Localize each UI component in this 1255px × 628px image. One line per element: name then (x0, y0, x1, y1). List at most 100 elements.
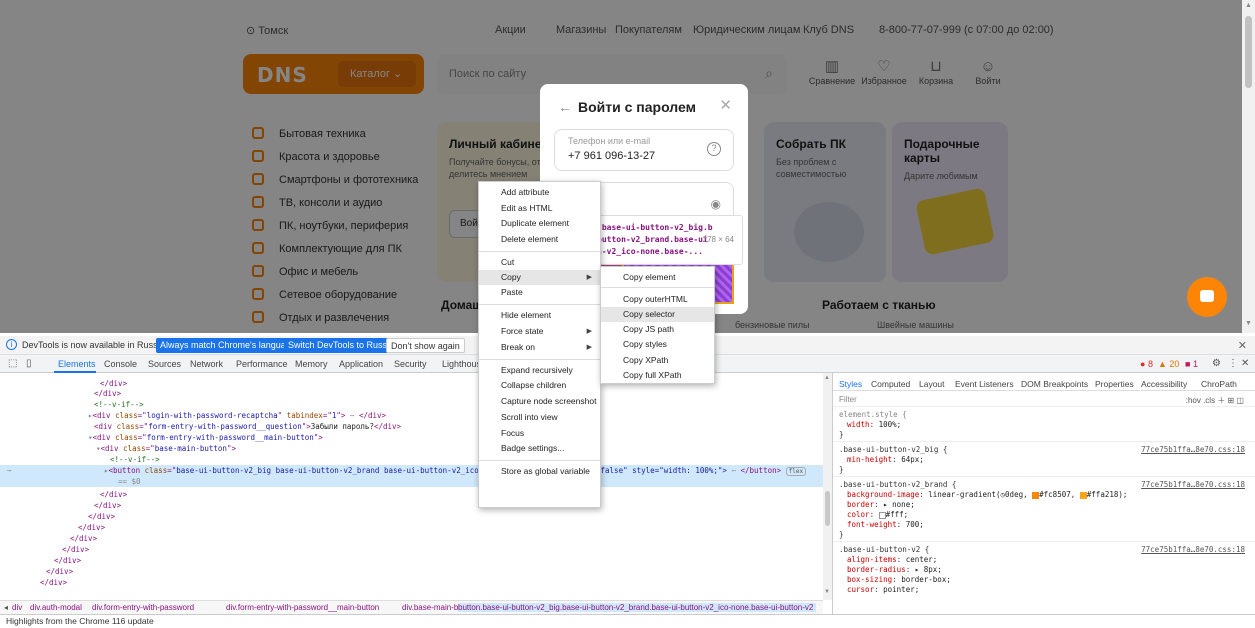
dom-line[interactable]: </div> (0, 511, 823, 522)
tab-styles[interactable]: Styles (839, 379, 862, 389)
dom-line[interactable]: <!--v-if--> (0, 454, 823, 465)
tab-elements[interactable]: Elements (58, 359, 96, 369)
style-decl[interactable]: box-sizing: border-box; (847, 575, 951, 585)
flex-badge[interactable]: flex (785, 467, 807, 476)
menu-item[interactable]: Cut (479, 255, 600, 270)
rule-source-link[interactable]: 77ce75b1ffa…8e70.css:18 (1141, 545, 1245, 555)
inspect-icon[interactable]: ⬚ (8, 358, 17, 369)
style-decl[interactable]: font-weight: 700; (847, 520, 924, 530)
tab-properties[interactable]: Properties (1095, 379, 1134, 389)
tab-application[interactable]: Application (339, 359, 383, 369)
menu-item-copy[interactable]: Copy ▶ (479, 270, 600, 285)
close-icon[interactable]: ✕ (719, 96, 732, 114)
style-decl[interactable]: color: #fff; (847, 510, 908, 520)
style-decl[interactable]: background-image: linear-gradient(◷0deg,… (847, 490, 1127, 500)
rule-source-link[interactable]: 77ce75b1ffa…8e70.css:18 (1141, 445, 1245, 455)
tab-chropath[interactable]: ChroPath (1201, 379, 1237, 389)
dom-line[interactable]: </div> (0, 544, 823, 555)
submenu-item[interactable]: Copy JS path (601, 322, 714, 337)
dom-line[interactable]: <div class="form-entry-with-password__qu… (0, 421, 823, 432)
submenu-item[interactable]: Copy outerHTML (601, 292, 714, 307)
menu-item[interactable]: Scroll into view (479, 410, 600, 425)
dom-line[interactable]: ▾<div class="form-entry-with-password__m… (0, 432, 823, 443)
panel-splitter-scrollbar[interactable]: ▲ ▼ (823, 373, 832, 600)
chat-button[interactable] (1187, 277, 1227, 317)
menu-item[interactable]: Delete element (479, 232, 600, 247)
menu-item[interactable]: Badge settings... (479, 441, 600, 456)
eye-icon[interactable]: ◉ (711, 197, 721, 211)
menu-item[interactable]: Edit as HTML (479, 201, 600, 216)
help-icon[interactable]: ? (707, 142, 721, 156)
device-toolbar-icon[interactable]: ▯ (26, 358, 32, 369)
style-decl[interactable]: border-radius: ▸ 8px; (847, 565, 942, 575)
menu-item[interactable]: Store as global variable (479, 464, 600, 479)
warning-badge[interactable]: ▲ 20 (1158, 359, 1179, 369)
submenu-item[interactable]: Copy XPath (601, 353, 714, 368)
submenu-item[interactable]: Copy full XPath (601, 368, 714, 383)
submenu-item[interactable]: Copy element (601, 270, 714, 285)
site-scrollbar[interactable]: ▲ ▼ (1242, 0, 1255, 333)
tab-security[interactable]: Security (394, 359, 427, 369)
dom-line[interactable]: </div> (0, 577, 823, 588)
dom-line[interactable]: </div> (0, 500, 823, 511)
dont-show-button[interactable]: Don't show again (386, 338, 465, 353)
tab-lighthouse[interactable]: Lighthous (442, 359, 481, 369)
tab-accessibility[interactable]: Accessibility (1141, 379, 1187, 389)
phone-field[interactable]: Телефон или e-mail +7 961 096-13-27 ? (554, 129, 734, 171)
error-badge[interactable]: ● 8 (1140, 359, 1153, 369)
tab-dom-breakpoints[interactable]: DOM Breakpoints (1021, 379, 1088, 389)
gear-icon[interactable]: ⚙ (1212, 358, 1221, 369)
menu-item[interactable]: Paste (479, 285, 600, 300)
tab-console[interactable]: Console (104, 359, 137, 369)
styles-toolbar[interactable]: :hov .cls ＋ ⊞ ◫ (1186, 395, 1244, 406)
tab-layout[interactable]: Layout (919, 379, 945, 389)
breadcrumb-item[interactable]: div.form-entry-with-password__main-butto… (226, 603, 379, 612)
menu-item-force-state[interactable]: Force state ▶ (479, 324, 600, 339)
close-icon[interactable]: ✕ (1238, 339, 1247, 352)
dom-line[interactable]: ▸<div class="login-with-password-recaptc… (0, 410, 823, 421)
style-decl[interactable]: width: 100%; (847, 420, 901, 430)
dom-line[interactable]: </div> (0, 566, 823, 577)
style-decl[interactable]: border: ▸ none; (847, 500, 915, 510)
info-badge[interactable]: ■ 1 (1185, 359, 1198, 369)
menu-item[interactable]: Duplicate element (479, 216, 600, 231)
menu-item[interactable]: Collapse children (479, 378, 600, 393)
dom-tree-panel[interactable]: </div> </div> <!--v-if--> ▸<div class="l… (0, 373, 823, 600)
tab-memory[interactable]: Memory (295, 359, 328, 369)
dom-line-selected[interactable]: ⋯ ▸<button class="base-ui-button-v2_big … (0, 465, 823, 487)
style-decl[interactable]: min-height: 64px; (847, 455, 924, 465)
rule-source-link[interactable]: 77ce75b1ffa…8e70.css:18 (1141, 480, 1245, 490)
tab-computed[interactable]: Computed (871, 379, 910, 389)
submenu-item-copy-selector[interactable]: Copy selector (601, 307, 714, 322)
tab-performance[interactable]: Performance (236, 359, 288, 369)
menu-item[interactable]: Capture node screenshot (479, 394, 600, 409)
close-icon[interactable]: ✕ (1241, 358, 1249, 369)
menu-item-break-on[interactable]: Break on ▶ (479, 340, 600, 355)
dom-line[interactable]: <!--v-if--> (0, 399, 823, 410)
match-language-button[interactable]: Always match Chrome's language (156, 338, 300, 353)
tab-sources[interactable]: Sources (148, 359, 181, 369)
breadcrumb-item-active[interactable]: button.base-ui-button-v2_big.base-ui-but… (458, 603, 816, 612)
breadcrumb-item[interactable]: div.auth-modal (30, 603, 82, 612)
breadcrumb-item[interactable]: div (12, 603, 22, 612)
styles-filter-input[interactable]: Filter :hov .cls ＋ ⊞ ◫ (833, 393, 1255, 407)
dom-line[interactable]: ▾<div class="base-main-button"> (0, 443, 823, 454)
tab-event-listeners[interactable]: Event Listeners (955, 379, 1014, 389)
more-icon[interactable]: ⋮ (1228, 358, 1238, 369)
tab-network[interactable]: Network (190, 359, 223, 369)
dom-line[interactable]: </div> (0, 555, 823, 566)
dom-line[interactable]: </div> (0, 522, 823, 533)
dom-line[interactable]: </div> (0, 489, 823, 500)
style-decl[interactable]: cursor: pointer; (847, 585, 919, 595)
menu-item[interactable]: Add attribute (479, 185, 600, 200)
dom-line[interactable]: </div> (0, 388, 823, 399)
style-decl[interactable]: align-items: center; (847, 555, 937, 565)
menu-item[interactable]: Hide element (479, 308, 600, 323)
back-arrow-icon[interactable]: ← (558, 99, 572, 115)
dom-line[interactable]: </div> (0, 533, 823, 544)
breadcrumb-back-icon[interactable]: ◂ (4, 603, 8, 612)
breadcrumb-item[interactable]: div.form-entry-with-password (92, 603, 194, 612)
menu-item[interactable]: Focus (479, 426, 600, 441)
menu-item[interactable]: Expand recursively (479, 363, 600, 378)
submenu-item[interactable]: Copy styles (601, 337, 714, 352)
